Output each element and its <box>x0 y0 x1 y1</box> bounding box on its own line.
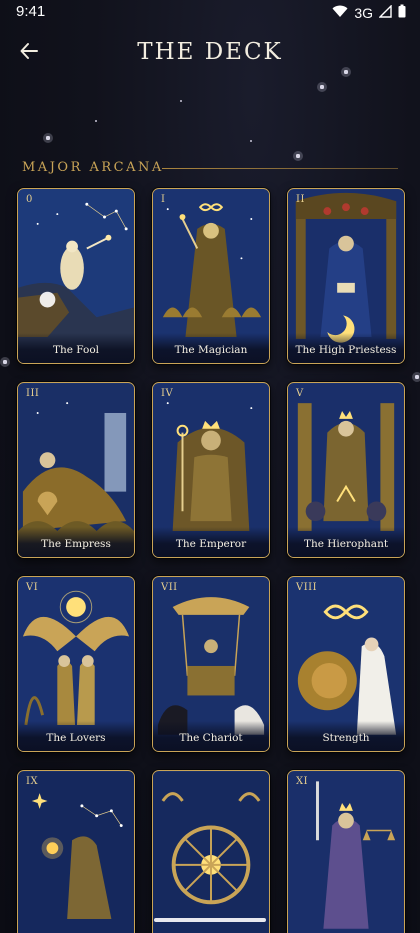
wifi-icon <box>332 5 348 21</box>
card-the-emperor[interactable]: IV The Emperor <box>152 382 270 558</box>
background-star-icon <box>0 357 10 367</box>
card-name: The Magician <box>174 344 248 356</box>
page-title: THE DECK <box>137 39 283 65</box>
card-the-empress[interactable]: III The Empress <box>17 382 135 558</box>
card-numeral: 0 <box>26 194 33 205</box>
hermit-artwork <box>18 771 134 933</box>
card-name: The Empress <box>41 538 111 550</box>
status-bar: 9:41 3G <box>0 0 420 26</box>
card-name: The Lovers <box>46 732 106 744</box>
card-numeral: VI <box>26 582 39 593</box>
card-name: The Fool <box>52 344 100 356</box>
card-name: The Emperor <box>175 538 247 550</box>
justice-artwork <box>288 771 404 933</box>
card-strength[interactable]: VIII Strength <box>287 576 405 752</box>
card-justice[interactable]: XI <box>287 770 405 933</box>
card-numeral: II <box>296 194 305 205</box>
background-star-icon <box>95 120 97 122</box>
background-star-icon <box>250 140 252 142</box>
top-app-bar: THE DECK <box>0 30 420 76</box>
card-numeral: I <box>161 194 166 205</box>
card-name: The Hierophant <box>303 538 389 550</box>
card-numeral: V <box>296 388 304 399</box>
card-numeral: IV <box>161 388 174 399</box>
card-numeral: XI <box>296 776 309 787</box>
network-type: 3G <box>354 4 373 21</box>
card-name: The High Priestess <box>295 344 397 356</box>
card-numeral: III <box>26 388 40 399</box>
card-numeral: IX <box>26 776 39 787</box>
background-star-icon <box>180 100 182 102</box>
wheel-artwork <box>153 771 269 933</box>
card-the-high-priestess[interactable]: II The High Priestess <box>287 188 405 364</box>
card-name: The Chariot <box>179 732 243 744</box>
card-numeral: VIII <box>296 582 318 593</box>
card-the-hermit[interactable]: IX <box>17 770 135 933</box>
background-star-icon <box>43 133 53 143</box>
background-star-icon <box>412 372 420 382</box>
battery-icon <box>398 4 406 21</box>
card-numeral: VII <box>161 582 178 593</box>
card-the-hierophant[interactable]: V The Hierophant <box>287 382 405 558</box>
card-the-magician[interactable]: I The Magician <box>152 188 270 364</box>
signal-icon <box>378 3 392 21</box>
card-the-fool[interactable]: 0 The Fool <box>17 188 135 364</box>
card-the-lovers[interactable]: VI The Lovers <box>17 576 135 752</box>
background-star-icon <box>293 151 303 161</box>
card-the-chariot[interactable]: VII The Chariot <box>152 576 270 752</box>
card-name: Strength <box>322 732 370 744</box>
card-wheel[interactable] <box>152 770 270 933</box>
section-title: MAJOR ARCANA <box>22 160 164 175</box>
background-star-icon <box>317 82 327 92</box>
section-divider <box>162 168 398 169</box>
home-indicator[interactable] <box>154 918 266 922</box>
status-time: 9:41 <box>16 3 46 20</box>
